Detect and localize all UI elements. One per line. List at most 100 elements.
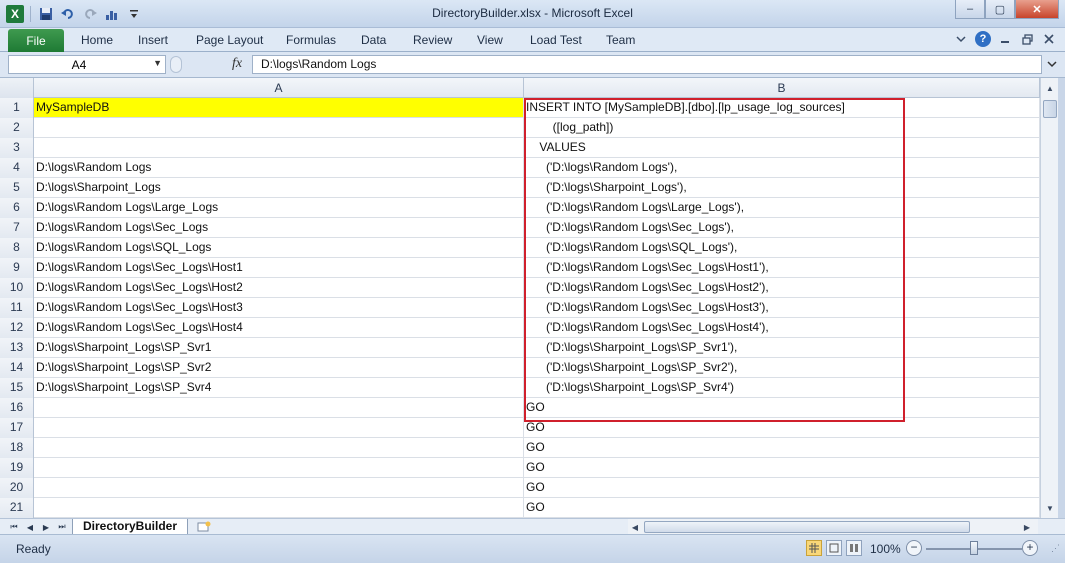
cell-b14[interactable]: ('D:\logs\Sharpoint_Logs\SP_Svr2'), <box>524 358 1040 377</box>
cell-a19[interactable] <box>34 458 524 477</box>
cell-a5[interactable]: D:\logs\Sharpoint_Logs <box>34 178 524 197</box>
scroll-down-icon[interactable]: ▼ <box>1042 500 1058 516</box>
cell-b2[interactable]: ([log_path]) <box>524 118 1040 137</box>
horizontal-scroll-thumb[interactable] <box>644 521 970 533</box>
zoom-in-icon[interactable]: + <box>1022 540 1038 556</box>
maximize-button[interactable]: ▢ <box>985 0 1015 19</box>
row-header[interactable]: 21 <box>0 498 34 518</box>
cell-a9[interactable]: D:\logs\Random Logs\Sec_Logs\Host1 <box>34 258 524 277</box>
row-header[interactable]: 7 <box>0 218 34 238</box>
scroll-up-icon[interactable]: ▲ <box>1042 80 1058 96</box>
tab-insert[interactable]: Insert <box>138 33 168 47</box>
formula-input[interactable]: D:\logs\Random Logs <box>252 55 1042 74</box>
close-button[interactable]: ✕ <box>1015 0 1059 19</box>
column-header-b[interactable]: B <box>524 78 1040 98</box>
scroll-right-icon[interactable]: ▶ <box>1020 520 1034 534</box>
help-icon[interactable]: ? <box>975 31 991 47</box>
row-header[interactable]: 16 <box>0 398 34 418</box>
cell-b5[interactable]: ('D:\logs\Sharpoint_Logs'), <box>524 178 1040 197</box>
cell-b9[interactable]: ('D:\logs\Random Logs\Sec_Logs\Host1'), <box>524 258 1040 277</box>
cell-b18[interactable]: GO <box>524 438 1040 457</box>
cell-a10[interactable]: D:\logs\Random Logs\Sec_Logs\Host2 <box>34 278 524 297</box>
tab-page-layout[interactable]: Page Layout <box>196 33 263 47</box>
name-box[interactable]: A4 ▼ <box>8 55 166 74</box>
cell-a13[interactable]: D:\logs\Sharpoint_Logs\SP_Svr1 <box>34 338 524 357</box>
page-break-view-icon[interactable] <box>846 540 862 556</box>
tab-view[interactable]: View <box>477 33 503 47</box>
cell-b15[interactable]: ('D:\logs\Sharpoint_Logs\SP_Svr4') <box>524 378 1040 397</box>
cell-b6[interactable]: ('D:\logs\Random Logs\Large_Logs'), <box>524 198 1040 217</box>
tab-load-test[interactable]: Load Test <box>530 33 582 47</box>
row-header[interactable]: 10 <box>0 278 34 298</box>
minimize-button[interactable]: – <box>955 0 985 19</box>
cell-b16[interactable]: GO <box>524 398 1040 417</box>
worksheet-grid[interactable]: A B 1 MySampleDB INSERT INTO [MySampleDB].… <box>0 78 1040 518</box>
row-header[interactable]: 8 <box>0 238 34 258</box>
cell-a18[interactable] <box>34 438 524 457</box>
tab-review[interactable]: Review <box>413 33 452 47</box>
zoom-out-icon[interactable]: − <box>906 540 922 556</box>
cell-a12[interactable]: D:\logs\Random Logs\Sec_Logs\Host4 <box>34 318 524 337</box>
cell-a15[interactable]: D:\logs\Sharpoint_Logs\SP_Svr4 <box>34 378 524 397</box>
tab-data[interactable]: Data <box>361 33 386 47</box>
row-header[interactable]: 6 <box>0 198 34 218</box>
horizontal-scrollbar[interactable]: ◀ ▶ <box>628 519 1038 535</box>
row-header[interactable]: 11 <box>0 298 34 318</box>
first-sheet-icon[interactable]: ⏮ <box>8 520 20 534</box>
cell-b4[interactable]: ('D:\logs\Random Logs'), <box>524 158 1040 177</box>
zoom-level[interactable]: 100% <box>870 542 901 556</box>
tab-file[interactable]: File <box>8 29 64 52</box>
resize-grip-icon[interactable]: ⋰ <box>1051 543 1063 557</box>
cell-b17[interactable]: GO <box>524 418 1040 437</box>
row-header[interactable]: 19 <box>0 458 34 478</box>
cell-a6[interactable]: D:\logs\Random Logs\Large_Logs <box>34 198 524 217</box>
cell-a20[interactable] <box>34 478 524 497</box>
row-header[interactable]: 13 <box>0 338 34 358</box>
tab-team[interactable]: Team <box>606 33 635 47</box>
cell-a2[interactable] <box>34 118 524 137</box>
cell-a16[interactable] <box>34 398 524 417</box>
scroll-left-icon[interactable]: ◀ <box>628 520 642 534</box>
page-layout-view-icon[interactable] <box>826 540 842 556</box>
sheet-tab-directorybuilder[interactable]: DirectoryBuilder <box>72 519 188 535</box>
cell-b7[interactable]: ('D:\logs\Random Logs\Sec_Logs'), <box>524 218 1040 237</box>
column-header-a[interactable]: A <box>34 78 524 98</box>
select-all-corner[interactable] <box>0 78 34 98</box>
workbook-minimize-icon[interactable] <box>997 31 1013 47</box>
cell-a7[interactable]: D:\logs\Random Logs\Sec_Logs <box>34 218 524 237</box>
cell-b3[interactable]: VALUES <box>524 138 1040 157</box>
cell-a21[interactable] <box>34 498 524 517</box>
prev-sheet-icon[interactable]: ◀ <box>24 520 36 534</box>
cell-a8[interactable]: D:\logs\Random Logs\SQL_Logs <box>34 238 524 257</box>
row-header[interactable]: 14 <box>0 358 34 378</box>
tab-formulas[interactable]: Formulas <box>286 33 336 47</box>
workbook-close-icon[interactable] <box>1041 31 1057 47</box>
vertical-scroll-thumb[interactable] <box>1043 100 1057 118</box>
row-header[interactable]: 1 <box>0 98 34 118</box>
cell-a4[interactable]: D:\logs\Random Logs <box>34 158 524 177</box>
workbook-restore-icon[interactable] <box>1019 31 1035 47</box>
cell-b19[interactable]: GO <box>524 458 1040 477</box>
cell-b21[interactable]: GO <box>524 498 1040 517</box>
tab-home[interactable]: Home <box>81 33 113 47</box>
cell-a17[interactable] <box>34 418 524 437</box>
last-sheet-icon[interactable]: ⏭ <box>56 520 68 534</box>
cell-a1[interactable]: MySampleDB <box>34 98 524 117</box>
cell-b10[interactable]: ('D:\logs\Random Logs\Sec_Logs\Host2'), <box>524 278 1040 297</box>
row-header[interactable]: 2 <box>0 118 34 138</box>
zoom-slider-thumb[interactable] <box>970 541 978 555</box>
normal-view-icon[interactable] <box>806 540 822 556</box>
vertical-scrollbar[interactable]: ▲ ▼ <box>1040 78 1058 518</box>
row-header[interactable]: 20 <box>0 478 34 498</box>
chevron-down-icon[interactable]: ▼ <box>153 58 162 68</box>
insert-function-icon[interactable]: fx <box>232 56 242 72</box>
row-header[interactable]: 15 <box>0 378 34 398</box>
row-header[interactable]: 4 <box>0 158 34 178</box>
cell-b12[interactable]: ('D:\logs\Random Logs\Sec_Logs\Host4'), <box>524 318 1040 337</box>
cell-b1[interactable]: INSERT INTO [MySampleDB].[dbo].[lp_usage… <box>524 98 1040 117</box>
row-header[interactable]: 18 <box>0 438 34 458</box>
cell-b11[interactable]: ('D:\logs\Random Logs\Sec_Logs\Host3'), <box>524 298 1040 317</box>
cell-a3[interactable] <box>34 138 524 157</box>
cell-b13[interactable]: ('D:\logs\Sharpoint_Logs\SP_Svr1'), <box>524 338 1040 357</box>
formula-bar-splitter[interactable] <box>170 56 182 73</box>
